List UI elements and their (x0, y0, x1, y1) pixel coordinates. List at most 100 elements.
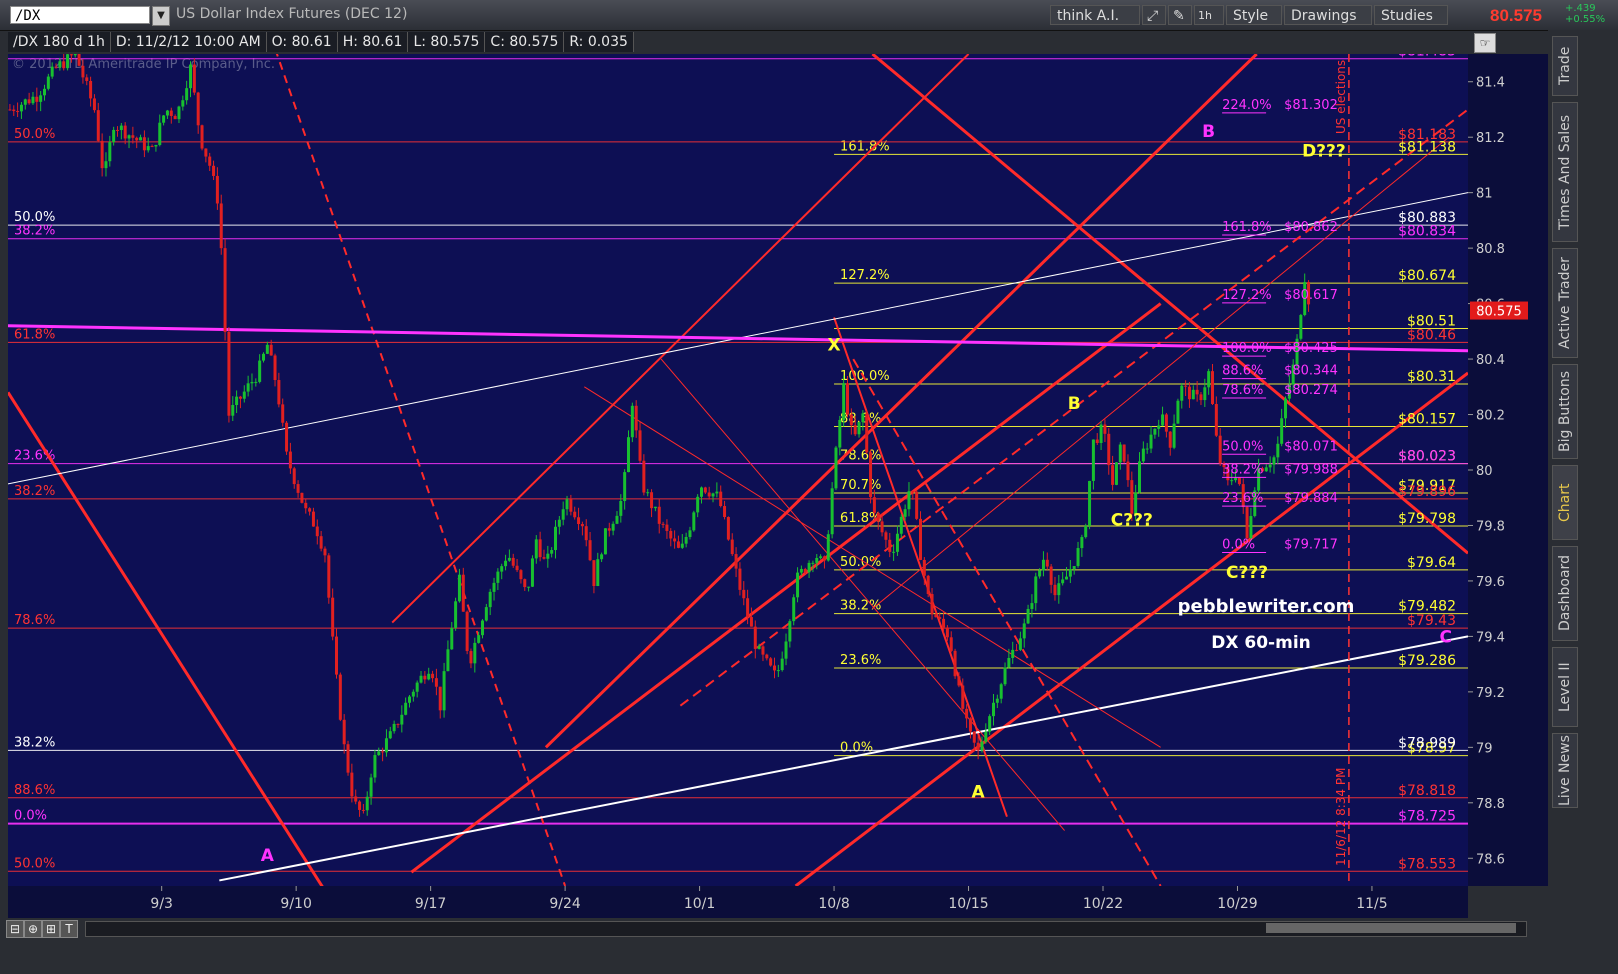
zoom-out-icon[interactable]: ⊟ (6, 920, 24, 938)
candle-body (1230, 480, 1234, 482)
sidebar-tab-active-trader[interactable]: Active Trader (1552, 248, 1578, 358)
time-axis[interactable]: 9/3 9/10 9/17 9/24 10/1 10/8 10/15 10/22 10/29 11… (8, 886, 1468, 918)
candle-body (62, 61, 66, 69)
candle-body (530, 558, 534, 587)
crosshair-icon[interactable]: ⊞ (42, 920, 60, 938)
candle-body (676, 541, 680, 548)
candle-body (527, 586, 531, 588)
candle-body (642, 460, 646, 493)
candle-body (192, 64, 196, 93)
chart-svg: © 2012 TD Ameritrade IP Company, Inc.161… (8, 54, 1468, 886)
style-menu[interactable]: Style (1226, 5, 1282, 25)
ohlc-infobar: /DX 180 d 1h D: 11/2/12 10:00 AM O: 80.61 H… (8, 32, 634, 54)
candle-body (388, 731, 392, 739)
drawings-menu[interactable]: Drawings (1284, 5, 1372, 25)
sidebar-tab-chart[interactable]: Chart (1552, 465, 1578, 540)
sidebar-tab-live-news[interactable]: Live News (1552, 733, 1578, 808)
level-price-label: $79.896 (1398, 484, 1456, 500)
candle-body (1168, 431, 1172, 448)
symbol-dropdown-icon[interactable]: ▼ (152, 6, 170, 26)
sidebar-tab-dashboard[interactable]: Dashboard (1552, 546, 1578, 641)
pen-tool-icon[interactable]: ✎ (1168, 5, 1192, 25)
candle-body (238, 396, 242, 399)
projection-price: $81.302 (1284, 98, 1338, 113)
price-axis[interactable]: 81.481.28180.880.680.480.28079.879.679.4… (1468, 54, 1548, 886)
think-ai-button[interactable]: think A.I. (1050, 5, 1140, 25)
sidebar-tab-big-buttons[interactable]: Big Buttons (1552, 364, 1578, 459)
candle-body (1011, 649, 1015, 658)
x-tick-label: 10/22 (1083, 896, 1123, 912)
scrollbar-thumb[interactable] (1266, 923, 1516, 933)
pointer-tool-icon[interactable]: ⤢ (1142, 5, 1166, 25)
symbol-input[interactable]: /DX (10, 6, 150, 24)
candle-body (135, 137, 139, 141)
candle-body (972, 731, 976, 743)
level-price-label: $80.157 (1398, 411, 1456, 427)
candle-body (361, 809, 365, 811)
level-price-label: $78.725 (1398, 809, 1456, 825)
candle-body (773, 665, 776, 671)
candle-body (757, 646, 761, 649)
chart-scrollbar[interactable] (85, 921, 1527, 937)
price-chart[interactable]: © 2012 TD Ameritrade IP Company, Inc. 161… (8, 54, 1468, 886)
candle-body (23, 99, 27, 105)
zoom-in-icon[interactable]: ⊕ (24, 920, 42, 938)
x-tick-label: 9/10 (280, 896, 311, 912)
candle-body (81, 65, 85, 78)
candle-body (19, 104, 23, 112)
candle-body (630, 405, 634, 438)
candle-body (1203, 387, 1207, 401)
candle-body (500, 566, 504, 572)
candle-body (661, 523, 665, 525)
candle-body (442, 671, 446, 711)
candle-body (1095, 439, 1099, 443)
candle-body (734, 554, 738, 569)
candle-body (799, 568, 803, 573)
candle-body (861, 413, 865, 423)
candle-body (865, 413, 869, 453)
candle-body (1080, 537, 1084, 549)
y-tick-label: 78.6 (1476, 852, 1505, 867)
candle-body (346, 744, 350, 773)
candle-body (73, 54, 77, 56)
candle-body (826, 534, 830, 561)
candle-body (1068, 569, 1072, 577)
candle-body (1249, 516, 1253, 539)
candle-body (730, 539, 734, 555)
candle-body (223, 248, 227, 332)
cursor-tool-icon[interactable]: ☞ (1474, 33, 1496, 53)
candle-body (792, 597, 796, 622)
projection-price: $80.862 (1284, 220, 1338, 235)
candle-body (584, 526, 588, 541)
candle-body (304, 502, 308, 509)
y-tick-label: 79.2 (1476, 686, 1505, 701)
candle-body (523, 579, 527, 588)
candle-body (1030, 603, 1034, 609)
candle-body (189, 64, 192, 89)
top-toolbar: /DX ▼ US Dollar Index Futures (DEC 12) t… (0, 0, 1618, 31)
candle-body (700, 487, 703, 497)
candle-body (596, 559, 600, 587)
instrument-title: US Dollar Index Futures (DEC 12) (176, 6, 408, 22)
candle-body (1026, 608, 1030, 624)
candle-body (834, 447, 838, 489)
candle-body (116, 129, 119, 131)
candle-body (162, 115, 166, 123)
trend-line (544, 54, 1258, 749)
candle-body (335, 636, 338, 675)
candle-body (173, 115, 177, 120)
trend-line (794, 371, 1468, 886)
studies-menu[interactable]: Studies (1374, 5, 1448, 25)
wave-label: A (261, 846, 275, 866)
candle-body (684, 536, 688, 544)
sidebar-tab-level-ii[interactable]: Level II (1552, 647, 1578, 727)
style-label: Style (1233, 8, 1269, 24)
text-tool-icon[interactable]: T (60, 920, 78, 938)
projection-percent: 127.2% (1222, 288, 1272, 303)
candle-body (719, 491, 723, 507)
level-price-label: $81.483 (1398, 54, 1456, 60)
interval-button[interactable]: 1h (1194, 5, 1224, 25)
candle-body (265, 344, 269, 354)
sidebar-tab-times-and-sales[interactable]: Times And Sales (1552, 102, 1578, 242)
sidebar-tab-trade[interactable]: Trade (1552, 36, 1578, 96)
